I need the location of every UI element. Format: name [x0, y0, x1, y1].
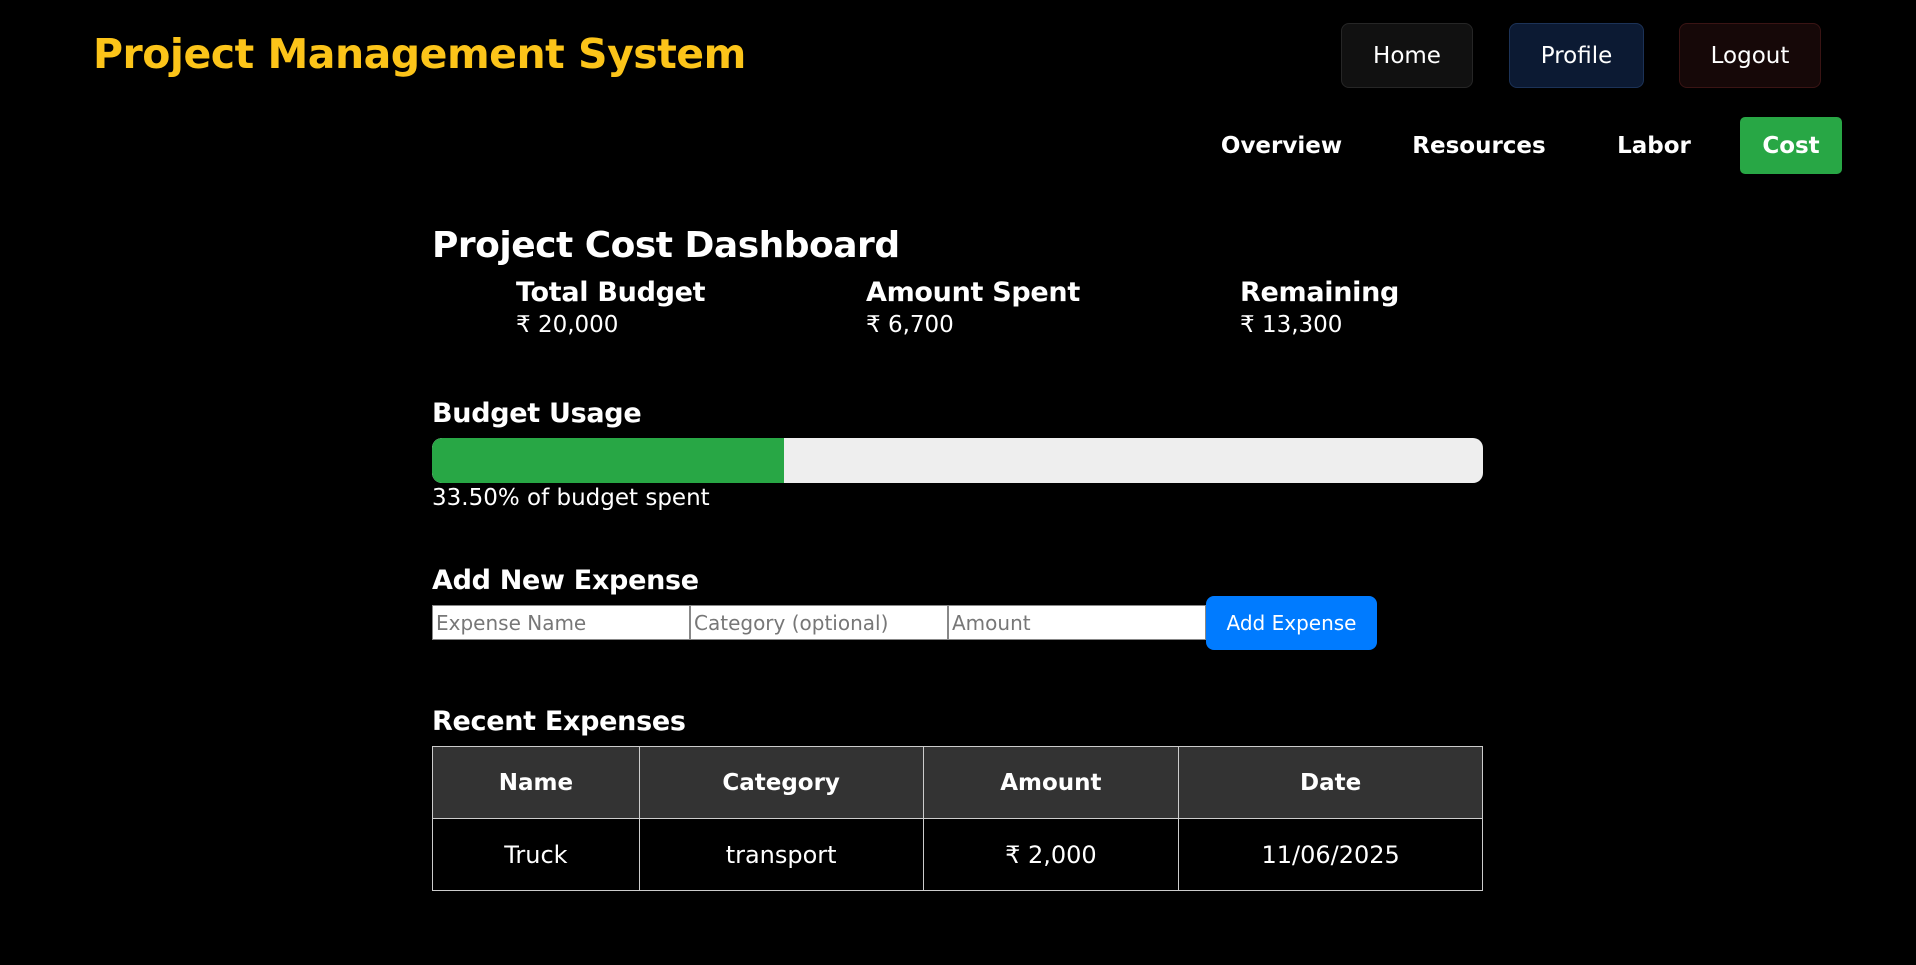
amount-spent-label: Amount Spent — [866, 277, 1080, 308]
budget-progress-fill — [432, 438, 785, 483]
total-budget-value: ₹ 20,000 — [516, 312, 619, 338]
expense-date-cell: 11/06/2025 — [1178, 818, 1483, 891]
recent-expenses-table: Name Category Amount Date Truck transpor… — [432, 746, 1483, 891]
column-header-amount: Amount — [922, 746, 1180, 819]
budget-progress-bar — [432, 438, 1483, 483]
column-header-date: Date — [1178, 746, 1483, 819]
column-header-category: Category — [638, 746, 924, 819]
profile-button[interactable]: Profile — [1509, 23, 1644, 88]
expense-category-cell: transport — [638, 818, 924, 891]
total-budget-label: Total Budget — [516, 277, 706, 308]
recent-expenses-title: Recent Expenses — [432, 706, 686, 737]
tab-resources[interactable]: Resources — [1404, 117, 1554, 174]
tab-overview[interactable]: Overview — [1205, 117, 1358, 174]
remaining-label: Remaining — [1240, 277, 1400, 308]
page-title: Project Cost Dashboard — [432, 225, 900, 266]
amount-spent-value: ₹ 6,700 — [866, 312, 954, 338]
table-row: Truck transport ₹ 2,000 11/06/2025 — [432, 818, 1483, 891]
column-header-name: Name — [432, 746, 640, 819]
budget-usage-text: 33.50% of budget spent — [432, 485, 710, 511]
budget-usage-title: Budget Usage — [432, 398, 642, 429]
remaining-value: ₹ 13,300 — [1240, 312, 1343, 338]
add-expense-title: Add New Expense — [432, 565, 699, 596]
logout-button[interactable]: Logout — [1679, 23, 1821, 88]
app-title: Project Management System — [93, 30, 746, 78]
amount-spent-stat: Amount Spent ₹ 6,700 — [866, 277, 1080, 338]
expense-amount-cell: ₹ 2,000 — [922, 818, 1180, 891]
expense-name-cell: Truck — [432, 818, 640, 891]
table-header-row: Name Category Amount Date — [432, 746, 1483, 819]
tab-labor[interactable]: Labor — [1604, 117, 1704, 174]
add-expense-button[interactable]: Add Expense — [1206, 596, 1377, 650]
total-budget-stat: Total Budget ₹ 20,000 — [516, 277, 706, 338]
home-button[interactable]: Home — [1341, 23, 1473, 88]
section-tabs: Overview Resources Labor Cost — [0, 117, 1916, 174]
add-expense-form: Add Expense — [432, 596, 1483, 660]
remaining-stat: Remaining ₹ 13,300 — [1240, 277, 1399, 338]
expense-category-input[interactable] — [690, 605, 948, 640]
tab-cost[interactable]: Cost — [1740, 117, 1842, 174]
expense-name-input[interactable] — [432, 605, 690, 640]
expense-amount-input[interactable] — [948, 605, 1206, 640]
